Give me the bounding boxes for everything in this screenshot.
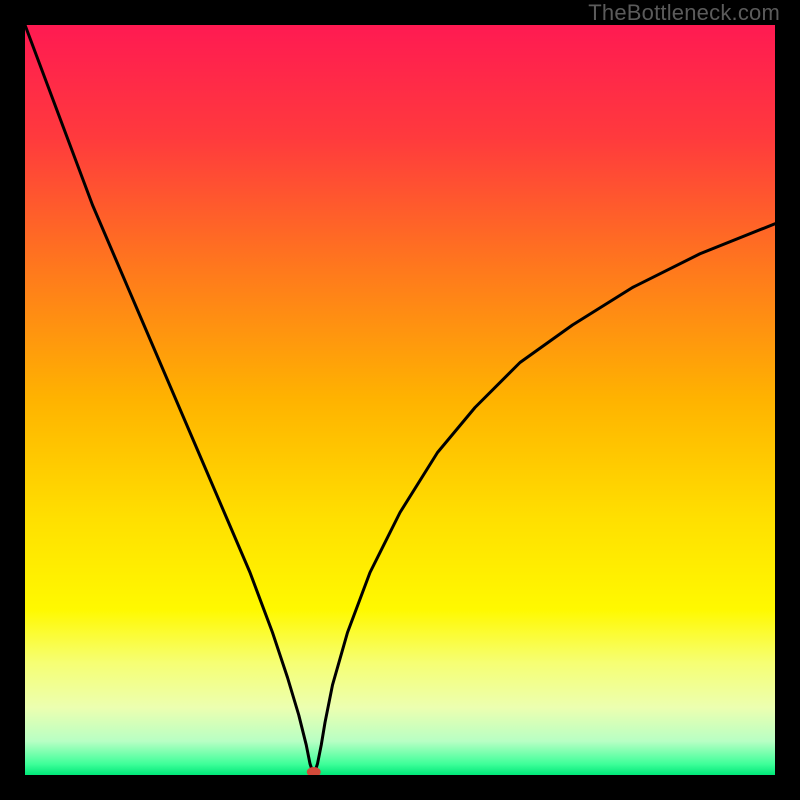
gradient-background [25, 25, 775, 775]
bottleneck-chart [25, 25, 775, 775]
chart-frame: TheBottleneck.com [0, 0, 800, 800]
plot-area [25, 25, 775, 775]
watermark-label: TheBottleneck.com [588, 0, 780, 26]
